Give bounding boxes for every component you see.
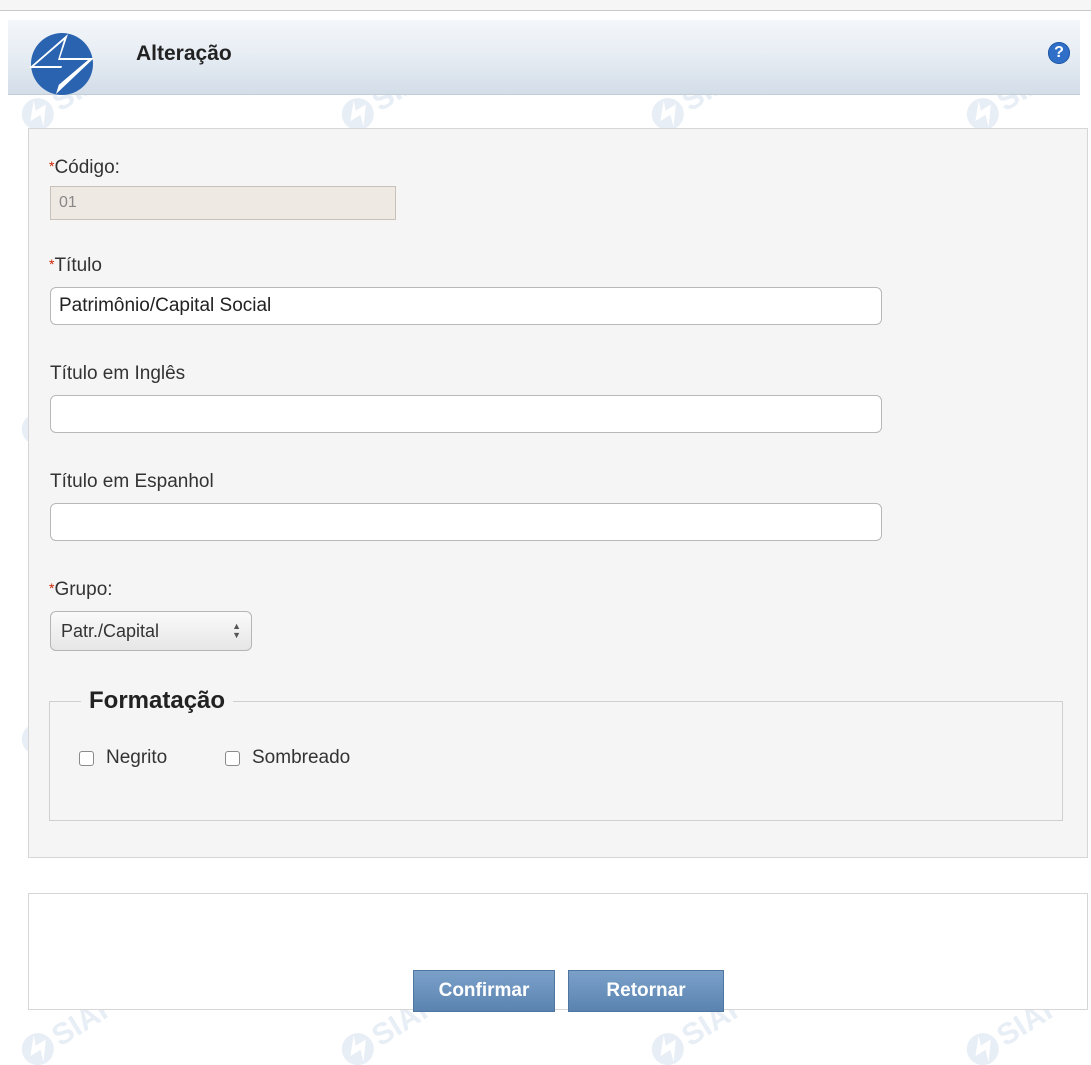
required-mark: * bbox=[49, 256, 55, 272]
formatacao-legend: Formatação bbox=[81, 687, 234, 715]
spinner-arrows-icon: ▲ ▼ bbox=[232, 621, 241, 640]
top-strip bbox=[0, 0, 1091, 11]
grupo-selected-value: Patr./Capital bbox=[61, 620, 160, 641]
titulo-espanhol-field[interactable] bbox=[50, 503, 882, 541]
grupo-label: *Grupo: bbox=[49, 579, 113, 600]
return-button[interactable]: Retornar bbox=[568, 970, 724, 1012]
titulo-ingles-label: Título em Inglês bbox=[50, 363, 186, 384]
titulo-label: *Título bbox=[49, 255, 102, 276]
help-icon[interactable]: ? bbox=[1048, 42, 1070, 64]
titulo-field[interactable] bbox=[50, 287, 882, 325]
required-mark: * bbox=[49, 158, 55, 174]
confirm-button[interactable]: Confirmar bbox=[413, 970, 555, 1012]
formatacao-fieldset bbox=[49, 701, 1063, 821]
page-header: Alteração ? bbox=[8, 20, 1080, 95]
negrito-option[interactable]: Negrito bbox=[79, 747, 167, 769]
page-title: Alteração bbox=[136, 42, 232, 65]
titulo-ingles-field[interactable] bbox=[50, 395, 882, 433]
siafi-logo-icon bbox=[29, 33, 94, 95]
action-bar: Confirmar Retornar bbox=[28, 893, 1088, 1012]
negrito-label: Negrito bbox=[106, 747, 168, 768]
codigo-label: *Código: bbox=[49, 157, 120, 178]
required-mark: * bbox=[49, 580, 55, 596]
titulo-espanhol-label: Título em Espanhol bbox=[50, 471, 214, 492]
negrito-checkbox[interactable] bbox=[79, 750, 94, 766]
grupo-select[interactable]: Patr./Capital ▲ ▼ bbox=[50, 611, 252, 651]
sombreado-checkbox[interactable] bbox=[225, 750, 240, 766]
sombreado-label: Sombreado bbox=[252, 747, 351, 768]
form-panel: *Código: *Título Título em Inglês Título… bbox=[28, 128, 1088, 858]
sombreado-option[interactable]: Sombreado bbox=[225, 747, 350, 769]
codigo-field bbox=[50, 186, 396, 220]
